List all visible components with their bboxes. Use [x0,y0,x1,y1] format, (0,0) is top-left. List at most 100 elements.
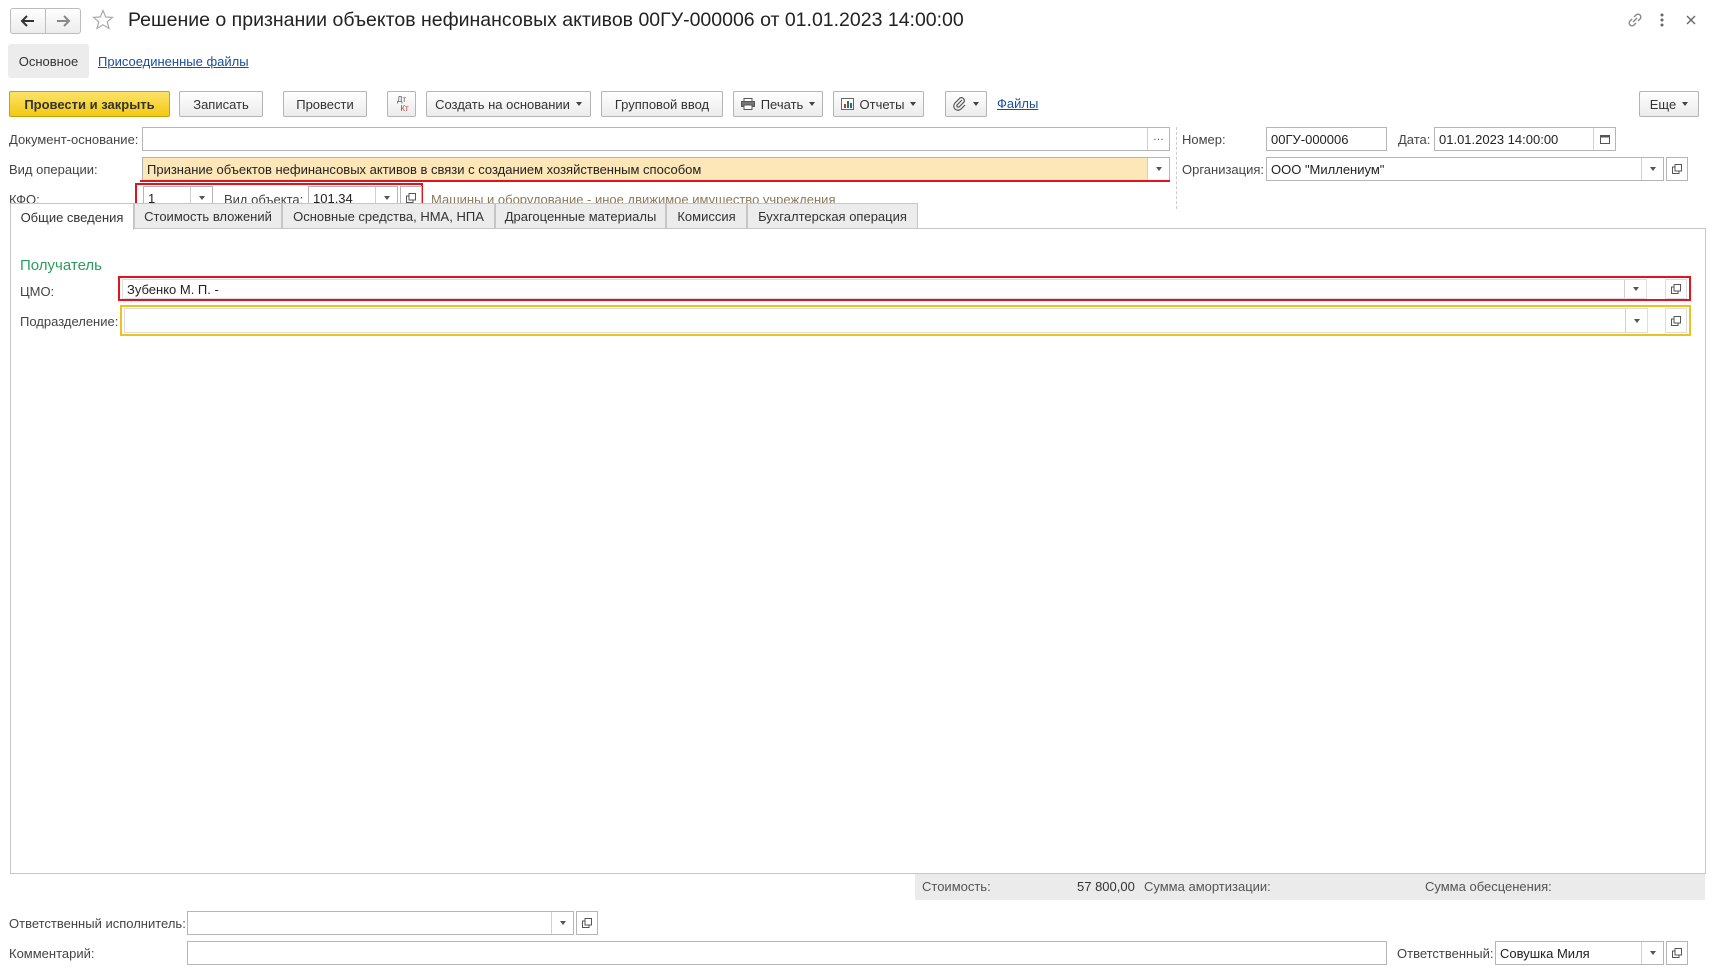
files-link[interactable]: Файлы [997,96,1038,111]
reports-button[interactable]: Отчеты [833,91,924,117]
cost-value: 57 800,00 [1077,879,1135,894]
cost-label: Стоимость: [922,879,991,894]
attach-button[interactable] [945,91,987,117]
open-button[interactable] [1666,941,1688,965]
group-input-button[interactable]: Групповой ввод [601,91,723,117]
summary-bar: Стоимость: 57 800,00 Сумма амортизации: … [915,874,1705,900]
open-window-icon [1671,315,1681,326]
dt-kt-button[interactable]: Дт Кт [387,91,416,117]
select-button[interactable]: … [1147,128,1169,150]
date-field[interactable]: 01.01.2023 14:00:00 [1434,127,1616,151]
org-value: ООО "Миллениум" [1271,161,1385,177]
dropdown-button[interactable] [1641,942,1663,964]
impairment-label: Сумма обесценения: [1425,879,1552,894]
open-window-icon [1672,164,1682,174]
op-type-field[interactable]: Признание объектов нефинансовых активов … [142,157,1170,181]
star-icon[interactable] [92,9,114,31]
chevron-down-icon [198,196,205,200]
responsible-field[interactable]: Совушка Миля [1495,941,1664,965]
open-button[interactable] [1665,308,1687,333]
create-based-on-label: Создать на основании [435,96,570,112]
ellipsis-icon: … [1153,131,1164,143]
cmo-value: Зубенко М. П. - [127,281,219,297]
arrow-right-icon [57,15,71,27]
open-window-icon [406,193,416,203]
open-window-icon [1671,284,1681,294]
dept-label: Подразделение: [20,314,119,329]
chevron-down-icon [1682,102,1689,106]
tab-accounting-operation[interactable]: Бухгалтерская операция [747,203,918,229]
doc-base-field[interactable]: … [142,127,1170,151]
chevron-down-icon [973,102,979,106]
more-vertical-icon[interactable] [1658,11,1666,29]
responsible-label: Ответственный: [1397,946,1494,961]
more-label: Еще [1649,96,1677,112]
op-type-value: Признание объектов нефинансовых активов … [147,161,702,177]
number-field[interactable]: 00ГУ-000006 [1266,127,1387,151]
org-field[interactable]: ООО "Миллениум" [1266,157,1664,181]
responsible-value: Совушка Миля [1500,945,1590,961]
recipient-title: Получатель [20,257,102,274]
print-label: Печать [760,96,804,112]
comment-label: Комментарий: [9,946,95,961]
op-type-underline [140,180,1170,182]
comment-field[interactable] [187,941,1387,965]
tab-general[interactable]: Общие сведения [10,203,134,230]
paperclip-icon [953,97,966,111]
dropdown-button[interactable] [1147,158,1169,180]
post-and-close-button[interactable]: Провести и закрыть [9,91,170,117]
report-icon [840,98,854,110]
dropdown-button[interactable] [1624,280,1646,298]
chevron-down-icon [1649,167,1656,171]
link-icon[interactable] [1626,11,1644,29]
section-attached-files[interactable]: Присоединенные файлы [98,54,249,69]
separator [1176,127,1177,209]
save-button[interactable]: Записать [179,91,263,117]
tab-investment-cost[interactable]: Стоимость вложений [134,203,282,229]
close-icon[interactable] [1684,11,1698,29]
forward-button[interactable] [45,8,81,34]
arrow-left-icon [20,15,34,27]
org-label: Организация: [1182,162,1265,177]
chevron-down-icon [1633,318,1640,323]
calendar-icon [1599,135,1610,144]
date-label: Дата: [1398,132,1431,147]
open-button[interactable] [1665,279,1687,299]
post-button[interactable]: Провести [283,91,367,117]
tab-precious-materials[interactable]: Драгоценные материалы [495,203,666,229]
back-button[interactable] [10,8,46,34]
number-value: 00ГУ-000006 [1271,131,1349,147]
section-main[interactable]: Основное [8,44,89,78]
chevron-down-icon [1632,287,1639,291]
reports-label: Отчеты [859,96,905,112]
executor-field[interactable] [187,911,574,935]
cmo-field[interactable]: Зубенко М. П. - [122,279,1647,299]
chevron-down-icon [1649,951,1656,955]
executor-label: Ответственный исполнитель: [9,916,186,931]
op-type-label: Вид операции: [9,162,98,177]
calendar-button[interactable] [1593,128,1615,150]
dt-label: Дт [396,95,407,104]
tab-fixed-assets[interactable]: Основные средства, НМА, НПА [282,203,495,229]
create-based-on-button[interactable]: Создать на основании [426,91,591,117]
open-window-icon [582,918,592,928]
dropdown-button[interactable] [1641,158,1663,180]
page-title: Решение о признании объектов нефинансовы… [128,9,964,31]
chevron-down-icon [575,102,582,106]
printer-icon [740,98,755,110]
chevron-down-icon [1155,167,1162,171]
print-button[interactable]: Печать [733,91,823,117]
tab-commission[interactable]: Комиссия [666,203,747,229]
cmo-label: ЦМО: [20,284,55,299]
open-button[interactable] [1666,157,1688,181]
dropdown-button[interactable] [1625,309,1647,332]
dept-field[interactable] [124,308,1648,333]
chevron-down-icon [809,102,816,106]
number-label: Номер: [1182,132,1226,147]
more-button[interactable]: Еще [1639,91,1699,117]
dropdown-button[interactable] [551,912,573,934]
chevron-down-icon [559,921,566,925]
open-button[interactable] [576,911,598,935]
chevron-down-icon [383,196,390,200]
chevron-down-icon [910,102,917,106]
